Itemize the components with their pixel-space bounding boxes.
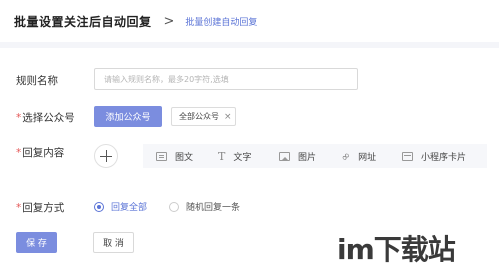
image-icon — [279, 151, 290, 161]
rule-name-label: 规则名称 — [16, 73, 58, 88]
account-label-text: 选择公众号 — [22, 112, 75, 124]
cancel-button[interactable]: 取 消 — [93, 232, 134, 253]
content-type-text[interactable]: T 文字 — [218, 144, 251, 168]
selected-account-tag: 全部公众号 × — [171, 107, 236, 126]
content-type-label: 网址 — [358, 152, 377, 163]
content-type-image[interactable]: 图片 — [279, 144, 316, 168]
rule-name-input[interactable]: 请输入规则名称，最多20字符,选填 — [94, 68, 358, 90]
reply-random-radio[interactable]: 随机回复一条 — [169, 200, 240, 213]
radio-unselected-icon — [169, 201, 179, 212]
breadcrumb-separator: > — [163, 13, 175, 29]
add-content-plus-icon[interactable] — [94, 144, 118, 168]
content-type-label: 小程序卡片 — [421, 152, 467, 163]
reply-mode-label: *回复方式 — [16, 200, 64, 215]
radio-selected-icon — [94, 201, 104, 212]
required-mark: * — [16, 112, 22, 124]
watermark-logo: im下载站 — [337, 233, 456, 266]
page-title: 批量设置关注后自动回复 — [14, 14, 152, 29]
required-mark: * — [16, 202, 22, 214]
content-type-label: 图片 — [298, 152, 317, 163]
link-icon: ∞ — [337, 148, 354, 164]
content-type-bar: 图文 T 文字 图片 ∞ 网址 小程序卡片 — [143, 144, 487, 168]
reply-mode-label-text: 回复方式 — [22, 202, 65, 214]
radio-label: 随机回复一条 — [186, 203, 241, 213]
text-icon: T — [218, 149, 226, 163]
article-icon — [156, 151, 167, 161]
required-mark: * — [16, 147, 22, 159]
rule-name-placeholder: 请输入规则名称，最多20字符,选填 — [104, 74, 229, 84]
add-account-button[interactable]: 添加公众号 — [94, 106, 162, 127]
content-label: *回复内容 — [16, 145, 64, 160]
radio-label: 回复全部 — [111, 203, 148, 213]
content-type-label: 图文 — [175, 152, 194, 163]
content-type-label: 文字 — [233, 152, 252, 163]
account-label: *选择公众号 — [16, 110, 75, 125]
save-button[interactable]: 保 存 — [16, 232, 57, 253]
content-type-link[interactable]: ∞ 网址 — [337, 144, 377, 168]
reply-all-radio[interactable]: 回复全部 — [94, 200, 147, 213]
mini-program-icon — [402, 151, 413, 161]
content-label-text: 回复内容 — [22, 147, 65, 159]
page-header: 批量设置关注后自动回复 > 批量创建自动回复 — [0, 0, 499, 42]
close-icon[interactable]: × — [224, 112, 232, 122]
tag-label: 全部公众号 — [179, 112, 219, 121]
breadcrumb-current[interactable]: 批量创建自动回复 — [185, 15, 257, 28]
content-type-mini-program[interactable]: 小程序卡片 — [402, 144, 466, 168]
content-type-article[interactable]: 图文 — [156, 144, 193, 168]
rule-name-label-text: 规则名称 — [16, 75, 58, 87]
